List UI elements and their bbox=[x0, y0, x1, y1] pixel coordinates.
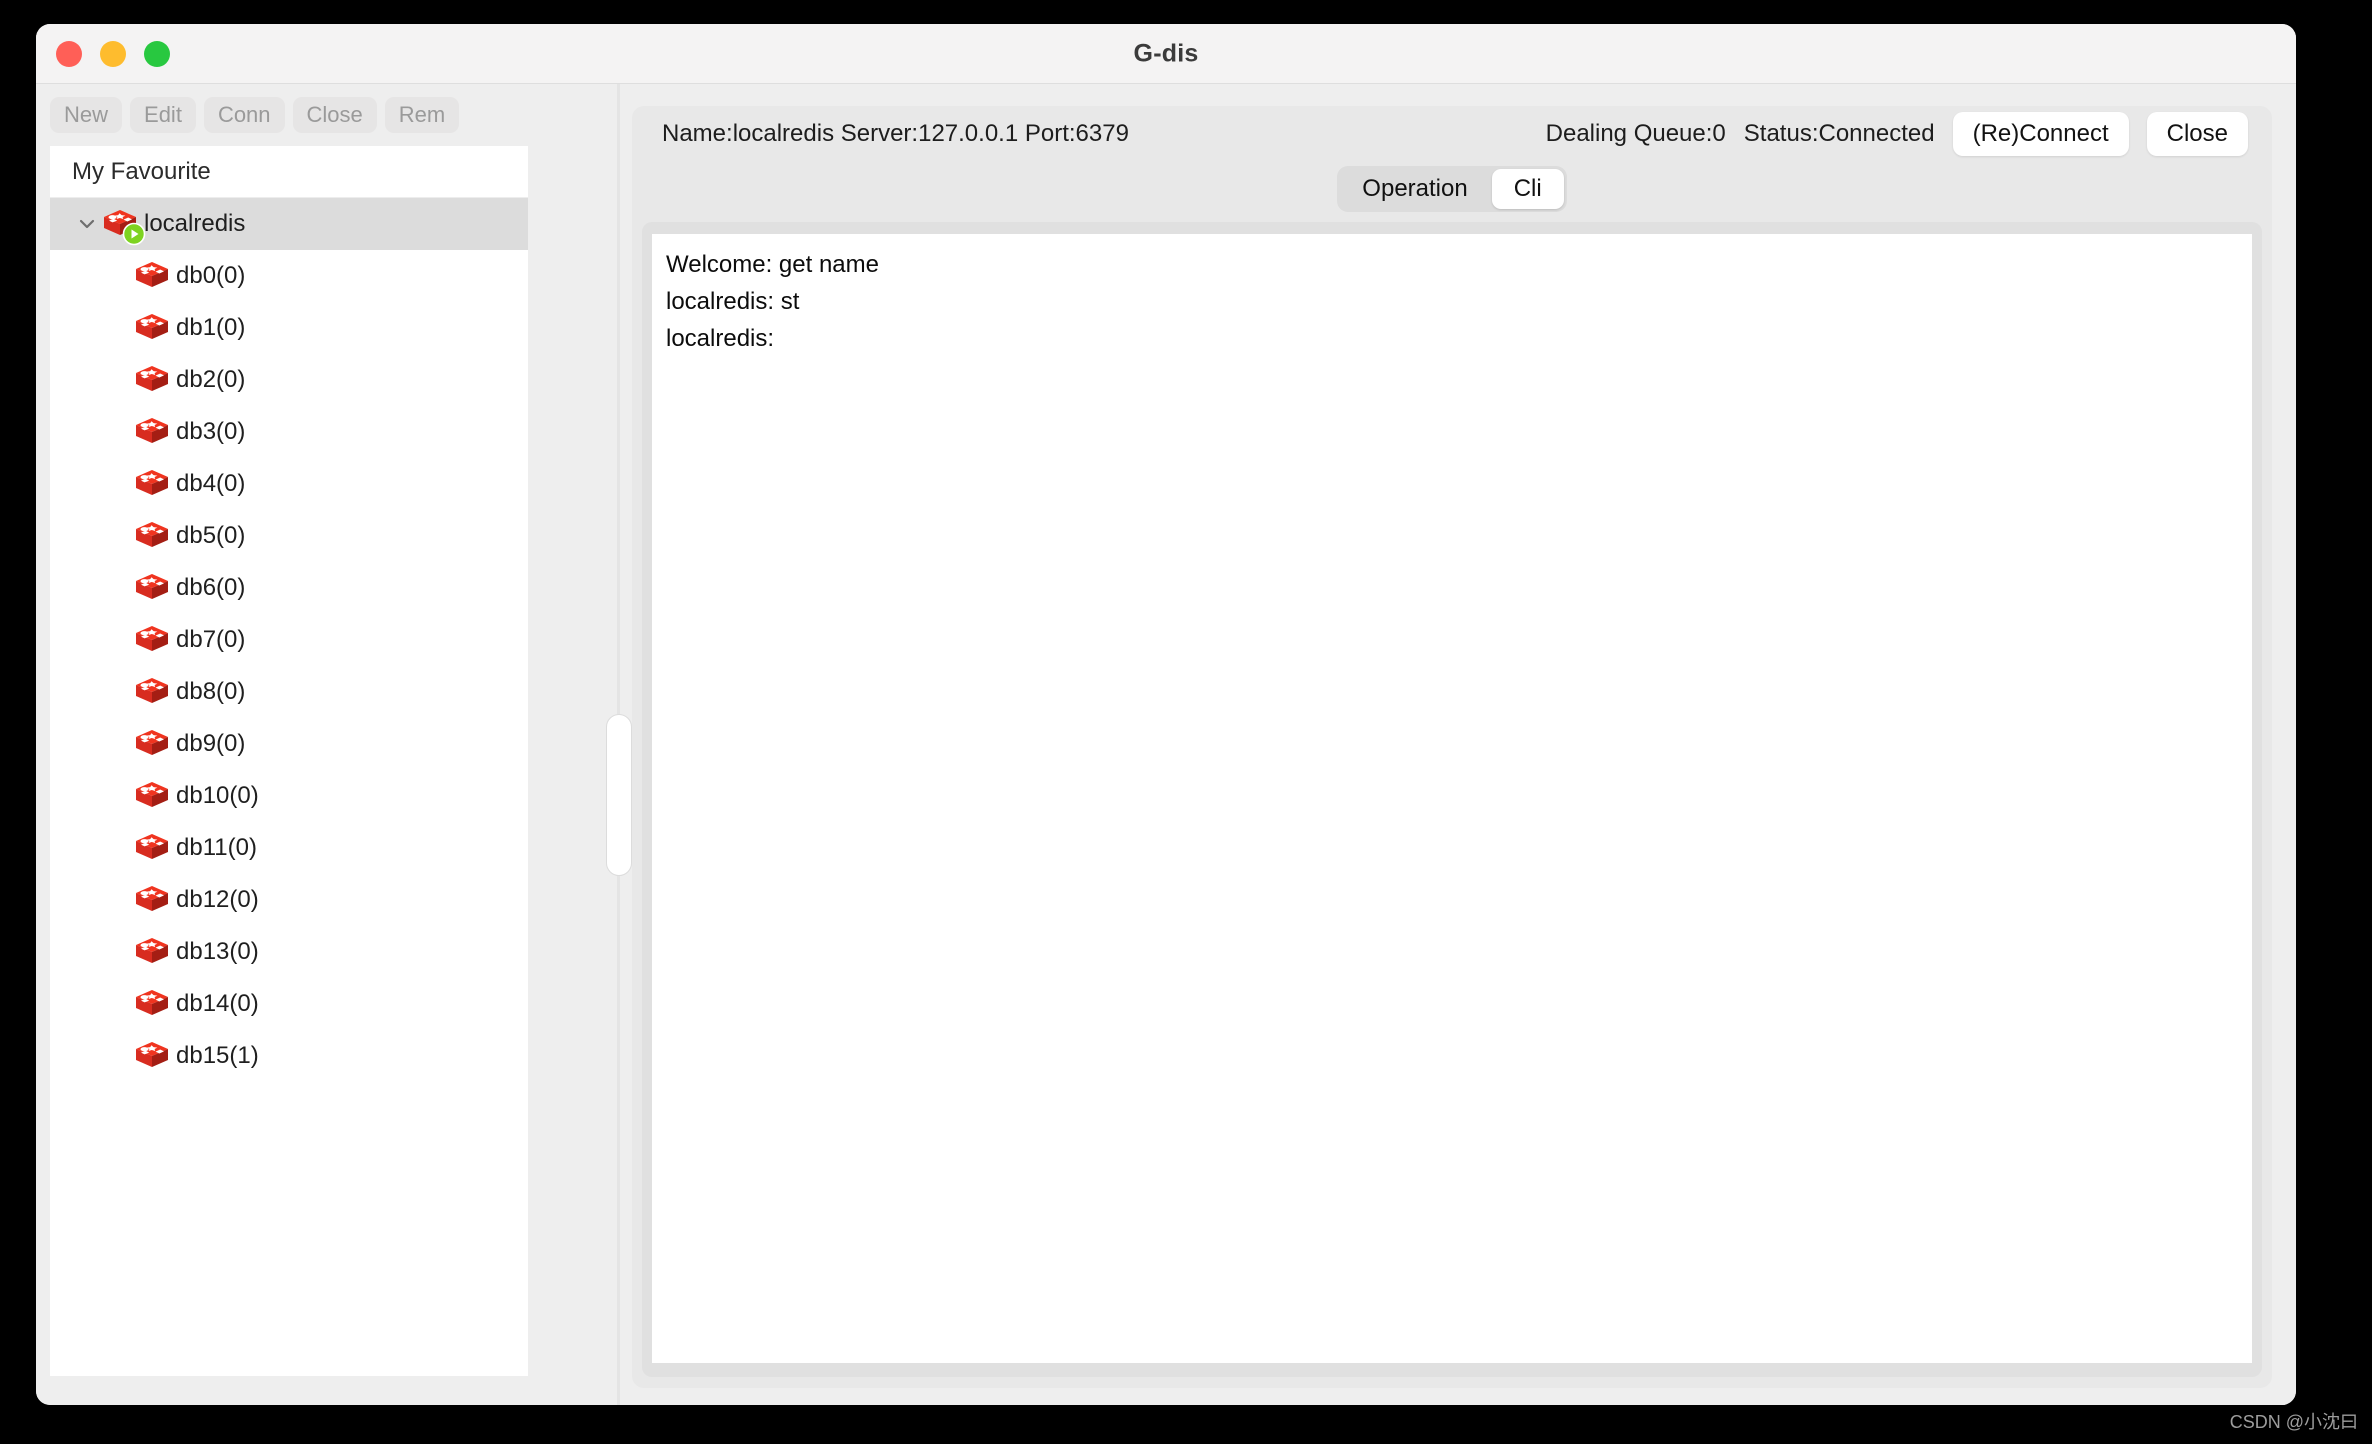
tree-item-label: db12(0) bbox=[176, 886, 259, 913]
connected-play-badge bbox=[122, 222, 146, 246]
tree-item-database[interactable]: db9(0) bbox=[50, 718, 528, 770]
rem-button[interactable]: Rem bbox=[384, 97, 460, 133]
close-conn-button[interactable]: Close bbox=[292, 97, 377, 133]
splitter-handle[interactable] bbox=[606, 714, 632, 876]
redis-icon bbox=[134, 676, 170, 708]
cli-output[interactable]: Welcome: get name localredis: st localre… bbox=[652, 234, 2252, 1363]
tree-item-database[interactable]: db8(0) bbox=[50, 666, 528, 718]
database-list: db0(0) db1(0) db2(0) db3(0) db4(0) db5(0… bbox=[50, 250, 528, 1082]
segmented-control: Operation Cli bbox=[1337, 166, 1567, 212]
app-window: G-dis New Edit Conn Close Rem My Favouri… bbox=[36, 24, 2296, 1405]
screen: G-dis New Edit Conn Close Rem My Favouri… bbox=[0, 0, 2372, 1444]
tab-cli[interactable]: Cli bbox=[1491, 169, 1564, 209]
tree-item-database[interactable]: db1(0) bbox=[50, 302, 528, 354]
redis-icon bbox=[134, 884, 170, 916]
connection-actions: Dealing Queue:0 Status:Connected (Re)Con… bbox=[1546, 112, 2248, 156]
tree-item-label: db4(0) bbox=[176, 470, 246, 497]
tree-item-database[interactable]: db2(0) bbox=[50, 354, 528, 406]
tree-item-label: db3(0) bbox=[176, 418, 246, 445]
sidebar-toolbar: New Edit Conn Close Rem bbox=[36, 84, 528, 146]
tree-item-label: db14(0) bbox=[176, 990, 259, 1017]
right-pane: Name:localredis Server:127.0.0.1 Port:63… bbox=[632, 106, 2272, 1388]
watermark: CSDN @小沈曰 bbox=[2229, 1412, 2358, 1432]
title-bar: G-dis bbox=[36, 24, 2296, 84]
tree-item-database[interactable]: db11(0) bbox=[50, 822, 528, 874]
redis-icon bbox=[134, 520, 170, 552]
window-body: New Edit Conn Close Rem My Favourite loc… bbox=[36, 84, 2296, 1405]
redis-icon bbox=[134, 572, 170, 604]
redis-icon bbox=[134, 364, 170, 396]
tree-item-label: db15(1) bbox=[176, 1042, 259, 1069]
tree-item-label: db11(0) bbox=[176, 834, 257, 861]
tree-item-label: db0(0) bbox=[176, 262, 246, 289]
tree-item-database[interactable]: db13(0) bbox=[50, 926, 528, 978]
tree-item-label: localredis bbox=[144, 210, 246, 237]
tree-item-database[interactable]: db3(0) bbox=[50, 406, 528, 458]
tree-item-label: db10(0) bbox=[176, 782, 259, 809]
tree-item-database[interactable]: db14(0) bbox=[50, 978, 528, 1030]
tree-item-database[interactable]: db4(0) bbox=[50, 458, 528, 510]
redis-icon bbox=[134, 416, 170, 448]
new-button[interactable]: New bbox=[50, 97, 123, 133]
conn-button[interactable]: Conn bbox=[203, 97, 285, 133]
tree-item-label: db8(0) bbox=[176, 678, 246, 705]
pane-splitter[interactable] bbox=[606, 84, 632, 1405]
tree-item-database[interactable]: db7(0) bbox=[50, 614, 528, 666]
redis-icon bbox=[134, 260, 170, 292]
redis-icon bbox=[134, 468, 170, 500]
edit-button[interactable]: Edit bbox=[130, 97, 196, 133]
chevron-down-icon[interactable] bbox=[72, 214, 102, 234]
tree-item-label: db6(0) bbox=[176, 574, 246, 601]
tree-item-label: db1(0) bbox=[176, 314, 246, 341]
window-title: G-dis bbox=[1133, 39, 1199, 67]
tree-item-database[interactable]: db12(0) bbox=[50, 874, 528, 926]
tab-bar: Operation Cli bbox=[632, 162, 2272, 216]
reconnect-button[interactable]: (Re)Connect bbox=[1952, 112, 2129, 156]
tree-item-database[interactable]: db5(0) bbox=[50, 510, 528, 562]
tree-item-database[interactable]: db15(1) bbox=[50, 1030, 528, 1082]
tree-item-database[interactable]: db6(0) bbox=[50, 562, 528, 614]
console-container: Welcome: get name localredis: st localre… bbox=[642, 222, 2262, 1377]
redis-icon bbox=[134, 936, 170, 968]
tree-item-database[interactable]: db10(0) bbox=[50, 770, 528, 822]
left-pane: New Edit Conn Close Rem My Favourite loc… bbox=[36, 84, 528, 1405]
connection-header: Name:localredis Server:127.0.0.1 Port:63… bbox=[632, 106, 2272, 162]
close-connection-button[interactable]: Close bbox=[2146, 112, 2248, 156]
redis-icon bbox=[134, 780, 170, 812]
tree-item-database[interactable]: db0(0) bbox=[50, 250, 528, 302]
redis-icon bbox=[134, 312, 170, 344]
tree-item-label: db9(0) bbox=[176, 730, 246, 757]
tree-item-localredis[interactable]: localredis bbox=[50, 198, 528, 250]
redis-icon bbox=[134, 832, 170, 864]
redis-icon bbox=[134, 624, 170, 656]
connection-info: Name:localredis Server:127.0.0.1 Port:63… bbox=[662, 120, 1129, 147]
tree-item-label: db2(0) bbox=[176, 366, 246, 393]
status-label: Status:Connected bbox=[1743, 120, 1935, 147]
dealing-queue-label: Dealing Queue:0 bbox=[1545, 120, 1726, 147]
tree-item-label: db5(0) bbox=[176, 522, 246, 549]
tree-header: My Favourite bbox=[50, 146, 528, 198]
redis-icon bbox=[102, 208, 146, 246]
redis-icon bbox=[134, 1040, 170, 1072]
redis-icon bbox=[134, 728, 170, 760]
favourites-tree: My Favourite localredis db0(0) db1(0) db… bbox=[50, 146, 528, 1376]
redis-icon bbox=[134, 988, 170, 1020]
tree-item-label: db7(0) bbox=[176, 626, 246, 653]
tab-operation[interactable]: Operation bbox=[1340, 169, 1489, 209]
tree-item-label: db13(0) bbox=[176, 938, 259, 965]
